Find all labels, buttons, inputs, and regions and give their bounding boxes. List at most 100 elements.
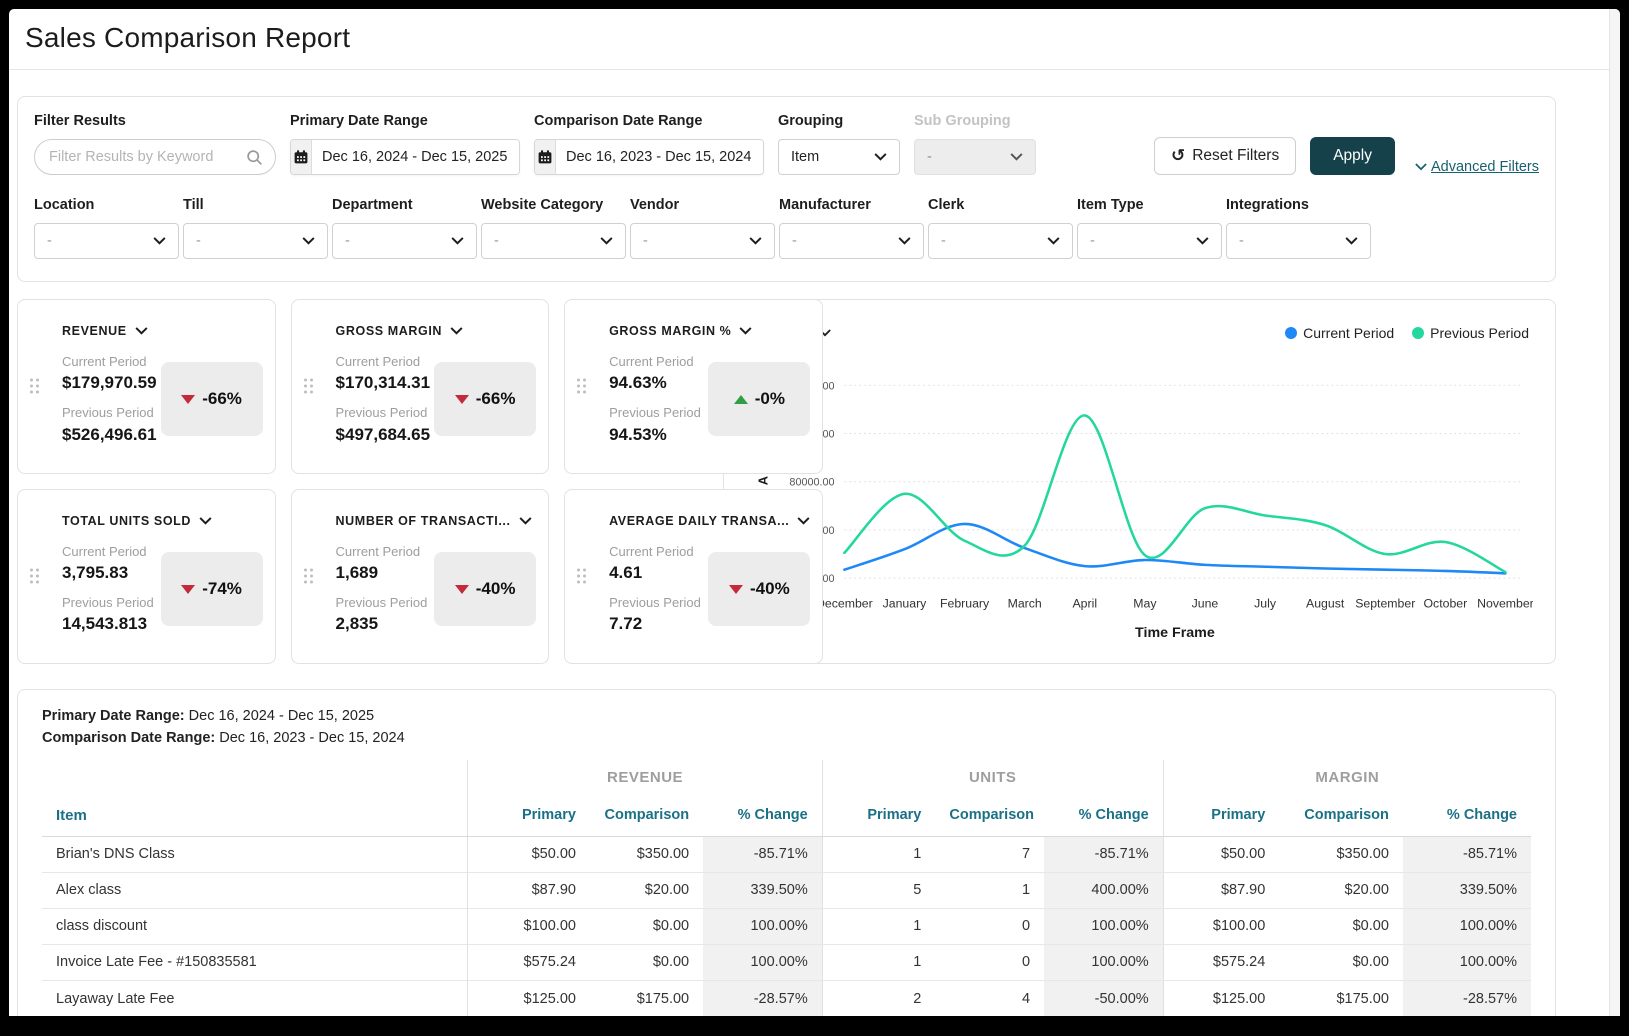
dashboard-row: REVENUE Current Period$179,970.59Previous… xyxy=(17,299,1556,664)
filter-select-vendor[interactable]: - xyxy=(630,223,775,259)
advanced-filters-link[interactable]: Advanced Filters xyxy=(1415,159,1539,175)
chevron-down-icon xyxy=(302,237,315,245)
filter-value-website-category: - xyxy=(494,233,499,249)
drag-dot xyxy=(36,379,39,382)
legend-label: Previous Period xyxy=(1430,325,1529,341)
x-tick-label: January xyxy=(883,597,928,611)
kpi-content: Current Period$179,970.59Previous Period… xyxy=(62,354,263,445)
kpi-current-label: Current Period xyxy=(336,354,431,370)
calendar-icon[interactable] xyxy=(291,140,312,174)
drag-handle-icon[interactable] xyxy=(30,379,39,394)
kpi-change-badge: -40% xyxy=(434,552,536,626)
keyword-input-box xyxy=(34,139,276,175)
kpi-current-label: Current Period xyxy=(62,544,157,560)
chevron-down-icon xyxy=(519,517,532,525)
grouping-select[interactable]: Item xyxy=(778,139,900,175)
column-header-margin-comparison[interactable]: Comparison xyxy=(1279,798,1403,837)
primary-date-label: Primary Date Range xyxy=(290,113,520,129)
trend-down-icon xyxy=(181,395,195,404)
column-header-margin-primary[interactable]: Primary xyxy=(1163,798,1279,837)
drag-handle-icon[interactable] xyxy=(577,379,586,394)
page-frame: Sales Comparison Report Filter Results xyxy=(0,0,1629,1036)
filter-select-website-category[interactable]: - xyxy=(481,223,626,259)
filter-field-till: Till- xyxy=(183,197,328,259)
kpi-content: Current Period4.61Previous Period7.72-40… xyxy=(609,544,810,635)
margin-primary-cell: $100.00 xyxy=(1163,908,1279,944)
filter-label-manufacturer: Manufacturer xyxy=(779,197,924,213)
legend-item-previous-period[interactable]: Previous Period xyxy=(1412,325,1529,341)
legend-item-current-period[interactable]: Current Period xyxy=(1285,325,1394,341)
kpi-title[interactable]: AVERAGE DAILY TRANSA... xyxy=(609,514,810,528)
kpi-title[interactable]: REVENUE xyxy=(62,324,263,338)
apply-button[interactable]: Apply xyxy=(1310,137,1395,175)
column-header-revenue-comparison[interactable]: Comparison xyxy=(590,798,703,837)
trend-up-icon xyxy=(734,395,748,404)
primary-date-input[interactable] xyxy=(312,140,519,174)
chevron-down-icon xyxy=(1196,237,1209,245)
column-header-item[interactable]: Item xyxy=(42,798,468,837)
filter-select-manufacturer[interactable]: - xyxy=(779,223,924,259)
chevron-down-icon xyxy=(135,327,148,335)
filter-select-clerk[interactable]: - xyxy=(928,223,1073,259)
revenue-primary-cell: $50.00 xyxy=(468,836,590,872)
vertical-scrollbar[interactable] xyxy=(1609,9,1620,1016)
filter-select-item-type[interactable]: - xyxy=(1077,223,1222,259)
keyword-input[interactable] xyxy=(49,149,246,165)
column-header-margin--change[interactable]: % Change xyxy=(1403,798,1531,837)
kpi-grid: REVENUE Current Period$179,970.59Previous… xyxy=(17,299,707,664)
drag-dot xyxy=(304,581,307,584)
filter-select-department[interactable]: - xyxy=(332,223,477,259)
primary-range-label: Primary Date Range: xyxy=(42,708,185,724)
primary-date-box xyxy=(290,139,520,175)
column-header-revenue-primary[interactable]: Primary xyxy=(468,798,590,837)
drag-handle-icon[interactable] xyxy=(577,569,586,584)
kpi-previous-value: $526,496.61 xyxy=(62,425,157,445)
kpi-content: Current Period$170,314.31Previous Period… xyxy=(336,354,537,445)
filter-label-website-category: Website Category xyxy=(481,197,626,213)
kpi-title[interactable]: GROSS MARGIN % xyxy=(609,324,810,338)
drag-handle-icon[interactable] xyxy=(304,379,313,394)
revenue-comparison-cell: $20.00 xyxy=(590,872,703,908)
filter-select-integrations[interactable]: - xyxy=(1226,223,1371,259)
kpi-title-text: AVERAGE DAILY TRANSA... xyxy=(609,514,789,528)
margin-comparison-cell: $0.00 xyxy=(1279,944,1403,980)
kpi-title[interactable]: NUMBER OF TRANSACTI... xyxy=(336,514,537,528)
filter-value-integrations: - xyxy=(1239,233,1244,249)
units-primary-cell: 1 xyxy=(822,908,935,944)
filter-select-location[interactable]: - xyxy=(34,223,179,259)
legend-dot-previous-period xyxy=(1412,327,1424,339)
filter-select-till[interactable]: - xyxy=(183,223,328,259)
keyword-label: Filter Results xyxy=(34,113,276,129)
group-header-margin: MARGIN xyxy=(1163,760,1531,798)
margin-pct-change-cell: -28.57% xyxy=(1403,980,1531,1016)
column-header-units-comparison[interactable]: Comparison xyxy=(935,798,1044,837)
drag-dot xyxy=(583,581,586,584)
search-icon xyxy=(246,149,263,166)
kpi-current-value: 94.63% xyxy=(609,373,704,393)
column-header-units-primary[interactable]: Primary xyxy=(822,798,935,837)
table-row: Layaway Late Fee$125.00$175.00-28.57%24-… xyxy=(42,980,1531,1016)
kpi-title-text: NUMBER OF TRANSACTI... xyxy=(336,514,511,528)
kpi-title[interactable]: TOTAL UNITS SOLD xyxy=(62,514,263,528)
margin-comparison-cell: $20.00 xyxy=(1279,872,1403,908)
calendar-icon[interactable] xyxy=(535,140,556,174)
table-row: Invoice Late Fee - #150835581$575.24$0.0… xyxy=(42,944,1531,980)
drag-dot xyxy=(36,569,39,572)
chevron-down-icon xyxy=(1415,163,1427,171)
kpi-title[interactable]: GROSS MARGIN xyxy=(336,324,537,338)
drag-dot xyxy=(30,581,33,584)
filter-label-integrations: Integrations xyxy=(1226,197,1371,213)
reset-filters-button[interactable]: ↺ Reset Filters xyxy=(1154,137,1296,175)
column-header-units--change[interactable]: % Change xyxy=(1044,798,1163,837)
comparison-date-filter: Comparison Date Range xyxy=(534,113,764,175)
kpi-current-value: $170,314.31 xyxy=(336,373,431,393)
drag-handle-icon[interactable] xyxy=(304,569,313,584)
table-row: class discount$100.00$0.00100.00%10100.0… xyxy=(42,908,1531,944)
sub-grouping-select: - xyxy=(914,139,1036,175)
column-header-row: ItemPrimaryComparison% ChangePrimaryComp… xyxy=(42,798,1531,837)
x-tick-label: July xyxy=(1254,597,1277,611)
drag-handle-icon[interactable] xyxy=(30,569,39,584)
comparison-date-input[interactable] xyxy=(556,140,763,174)
column-header-revenue--change[interactable]: % Change xyxy=(703,798,822,837)
kpi-previous-value: $497,684.65 xyxy=(336,425,431,445)
